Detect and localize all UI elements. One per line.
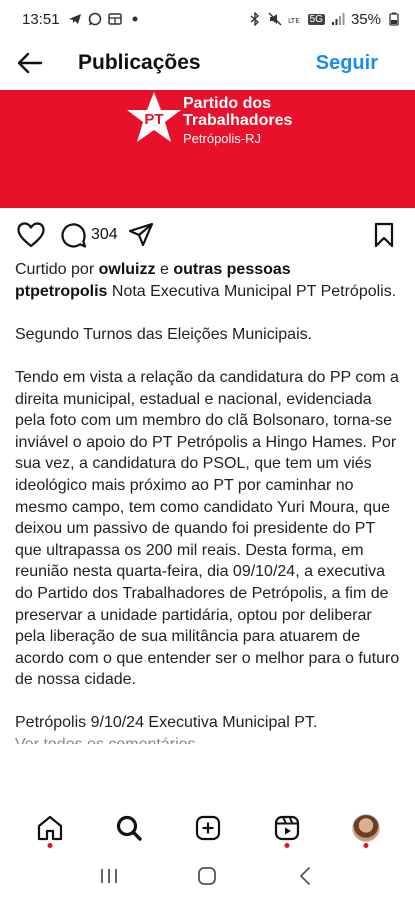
- follow-button[interactable]: Seguir: [316, 52, 378, 75]
- arrow-left-icon: [17, 52, 43, 74]
- create-icon: [195, 815, 220, 841]
- pt-star-logo: PT: [127, 92, 181, 142]
- mute-icon: [268, 12, 282, 26]
- send-icon: [128, 222, 153, 247]
- signal-icon: [331, 13, 345, 25]
- comment-count: 304: [91, 226, 118, 243]
- party-name-line1: Partido dos: [183, 95, 272, 112]
- battery-icon: [389, 12, 399, 26]
- comment-button[interactable]: 304: [60, 222, 118, 249]
- nav-home[interactable]: [30, 808, 70, 848]
- home-button-icon[interactable]: [195, 865, 219, 887]
- app-header: Publicações Seguir: [0, 38, 415, 88]
- system-nav-bar: [0, 852, 415, 900]
- network-type: 5G: [307, 13, 325, 25]
- comment-icon: [61, 222, 87, 248]
- author-username[interactable]: ptpetropolis: [15, 283, 107, 300]
- status-time: 13:51: [22, 10, 60, 28]
- back-nav-icon[interactable]: [294, 865, 318, 887]
- bottom-nav: [0, 804, 415, 852]
- bluetooth-icon: [250, 12, 259, 26]
- notification-dot: [47, 843, 52, 848]
- caption-body: ptpetropolis Nota Executiva Municipal PT…: [15, 281, 405, 303]
- nav-reels[interactable]: [267, 808, 307, 848]
- notification-dot: [363, 843, 368, 848]
- view-comments-link[interactable]: Ver todos os comentários: [15, 734, 405, 744]
- notification-dot-icon: [132, 16, 138, 22]
- caption-paragraph: Segundo Turnos das Eleições Municipais.: [15, 325, 313, 343]
- gallery-icon: [107, 13, 122, 25]
- post-image[interactable]: PT Partido dos Trabalhadores Petrópolis-…: [0, 90, 415, 208]
- bookmark-icon: [374, 222, 394, 248]
- svg-text:LTE: LTE: [288, 17, 300, 25]
- notification-dot: [284, 843, 289, 848]
- telegram-icon: [68, 14, 81, 24]
- caption-paragraph: Petrópolis 9/10/24 Executiva Municipal P…: [15, 714, 318, 732]
- whatsapp-icon: [88, 12, 101, 26]
- svg-text:PT: PT: [144, 111, 163, 128]
- volte-icon: LTE: [288, 17, 300, 25]
- home-icon: [37, 815, 62, 841]
- nav-create[interactable]: [188, 808, 228, 848]
- liked-by: Curtido por owluizz e outras pessoas: [15, 261, 291, 278]
- recent-apps-icon[interactable]: [97, 865, 121, 887]
- heart-icon: [17, 222, 45, 248]
- nav-profile[interactable]: [346, 808, 386, 848]
- profile-avatar: [351, 814, 380, 842]
- post-action-bar: 304: [0, 218, 415, 252]
- liked-user-link[interactable]: owluizz: [99, 261, 156, 278]
- status-bar: 13:51 LTE 5G 35%: [0, 0, 415, 38]
- battery-percent: 35%: [350, 10, 381, 28]
- party-name: Partido dos Trabalhadores: [183, 95, 292, 129]
- like-button[interactable]: [17, 222, 45, 248]
- page-title: Publicações: [78, 51, 201, 74]
- party-city: Petrópolis-RJ: [183, 131, 262, 146]
- caption-title: Nota Executiva Municipal PT Petrópolis.: [111, 282, 397, 300]
- caption-paragraph: Tendo em vista a relação da candidatura …: [15, 368, 400, 689]
- reels-icon: [274, 815, 299, 841]
- back-button[interactable]: [0, 38, 60, 88]
- liked-others-link[interactable]: outras pessoas: [173, 261, 290, 278]
- search-icon: [116, 815, 142, 841]
- party-name-line2: Trabalhadores: [183, 112, 293, 129]
- nav-search[interactable]: [109, 808, 149, 848]
- share-button[interactable]: [128, 222, 154, 248]
- post-caption: Curtido por owluizz e outras pessoas ptp…: [15, 259, 405, 744]
- save-button[interactable]: [373, 222, 395, 248]
